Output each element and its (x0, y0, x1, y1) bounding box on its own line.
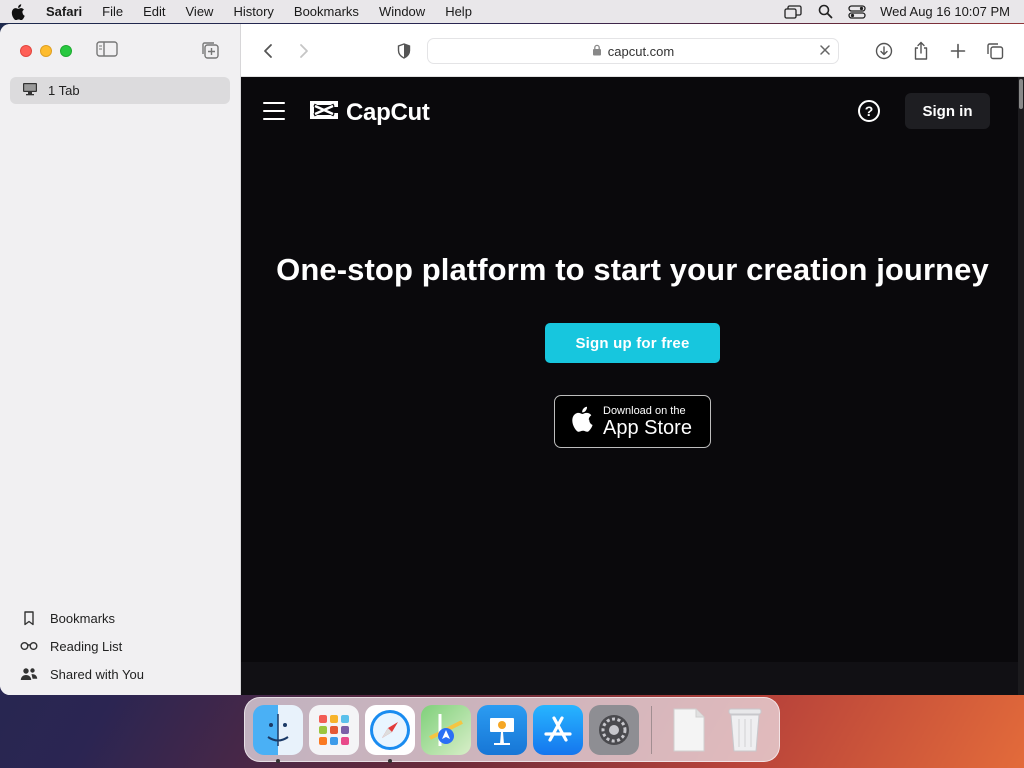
dock (244, 697, 780, 763)
forward-button[interactable] (292, 39, 316, 63)
menu-app-name[interactable]: Safari (36, 4, 92, 19)
page-scrollbar[interactable] (1018, 77, 1024, 695)
trash-icon[interactable] (720, 705, 770, 755)
back-button[interactable] (256, 39, 280, 63)
app-store-text: Download on the App Store (603, 405, 692, 439)
menu-view[interactable]: View (176, 4, 224, 19)
privacy-shield-icon[interactable] (392, 39, 416, 63)
system-settings-icon[interactable] (589, 704, 639, 755)
safari-window: 1 Tab Bookmarks Reading List Shared with… (0, 24, 1024, 695)
screen-mirroring-icon[interactable] (784, 4, 802, 20)
maps-icon[interactable] (421, 704, 471, 755)
sign-in-button[interactable]: Sign in (905, 93, 990, 129)
safari-icon[interactable] (365, 704, 415, 763)
menu-history[interactable]: History (223, 4, 283, 19)
sidebar-item-reading-list[interactable]: Reading List (20, 632, 144, 660)
capcut-logo-icon (308, 98, 340, 127)
apple-menu-icon[interactable] (0, 3, 36, 20)
app-store-badge[interactable]: Download on the App Store (554, 395, 711, 448)
sidebar-toggle-icon[interactable] (96, 41, 120, 61)
new-tab-icon[interactable] (946, 39, 970, 63)
people-icon (20, 667, 38, 681)
sidebar-item-label: 1 Tab (48, 83, 80, 98)
spotlight-search-icon[interactable] (816, 4, 834, 20)
launchpad-icon[interactable] (309, 704, 359, 755)
address-bar[interactable]: capcut.com (427, 38, 839, 64)
keynote-icon[interactable] (477, 704, 527, 755)
sidebar-item-tabs[interactable]: 1 Tab (10, 77, 230, 104)
sign-up-button[interactable]: Sign up for free (545, 323, 720, 363)
lock-icon (592, 44, 602, 59)
menu-bookmarks[interactable]: Bookmarks (284, 4, 369, 19)
glasses-icon (20, 641, 38, 651)
bookmark-icon (20, 610, 38, 626)
apple-logo-icon (571, 406, 593, 437)
downloads-icon[interactable] (872, 39, 896, 63)
menu-edit[interactable]: Edit (133, 4, 175, 19)
page-headline: One-stop platform to start your creation… (276, 252, 989, 287)
menu-file[interactable]: File (92, 4, 133, 19)
monitor-icon (22, 82, 38, 99)
sidebar-link-label: Reading List (50, 638, 123, 654)
capcut-logo[interactable]: CapCut (308, 98, 430, 127)
app-store-icon[interactable] (533, 704, 583, 755)
hamburger-menu-icon[interactable] (263, 102, 285, 120)
app-store-big-text: App Store (603, 416, 692, 439)
new-tab-group-icon[interactable] (200, 40, 222, 62)
logo-text: CapCut (346, 98, 430, 126)
close-window-button[interactable] (20, 45, 32, 57)
clear-url-icon[interactable] (818, 43, 832, 60)
minimize-window-button[interactable] (40, 45, 52, 57)
web-content: CapCut ? Sign in One-stop platform to st… (241, 77, 1018, 695)
sidebar: 1 Tab Bookmarks Reading List Shared with… (0, 24, 241, 695)
menu-bar: Safari File Edit View History Bookmarks … (0, 0, 1024, 23)
tab-overview-icon[interactable] (983, 39, 1007, 63)
sidebar-item-shared-with-you[interactable]: Shared with You (20, 660, 144, 688)
url-text: capcut.com (607, 43, 675, 59)
share-icon[interactable] (909, 39, 933, 63)
menu-help[interactable]: Help (435, 4, 482, 19)
finder-icon[interactable] (253, 704, 303, 763)
sidebar-link-label: Shared with You (50, 666, 144, 682)
document-icon[interactable] (664, 705, 714, 755)
sidebar-item-bookmarks[interactable]: Bookmarks (20, 604, 144, 632)
app-store-small-text: Download on the (603, 404, 686, 417)
dock-separator (651, 705, 652, 754)
browser-toolbar: capcut.com (241, 24, 1024, 77)
sidebar-link-label: Bookmarks (50, 610, 116, 626)
menu-window[interactable]: Window (369, 4, 435, 19)
sidebar-links: Bookmarks Reading List Shared with You (20, 604, 144, 688)
help-icon[interactable]: ? (858, 100, 880, 122)
menu-bar-clock[interactable]: Wed Aug 16 10:07 PM (880, 4, 1010, 19)
page-footer-band (241, 662, 1018, 695)
window-controls (20, 45, 72, 57)
control-center-icon[interactable] (848, 4, 866, 20)
zoom-window-button[interactable] (60, 45, 72, 57)
